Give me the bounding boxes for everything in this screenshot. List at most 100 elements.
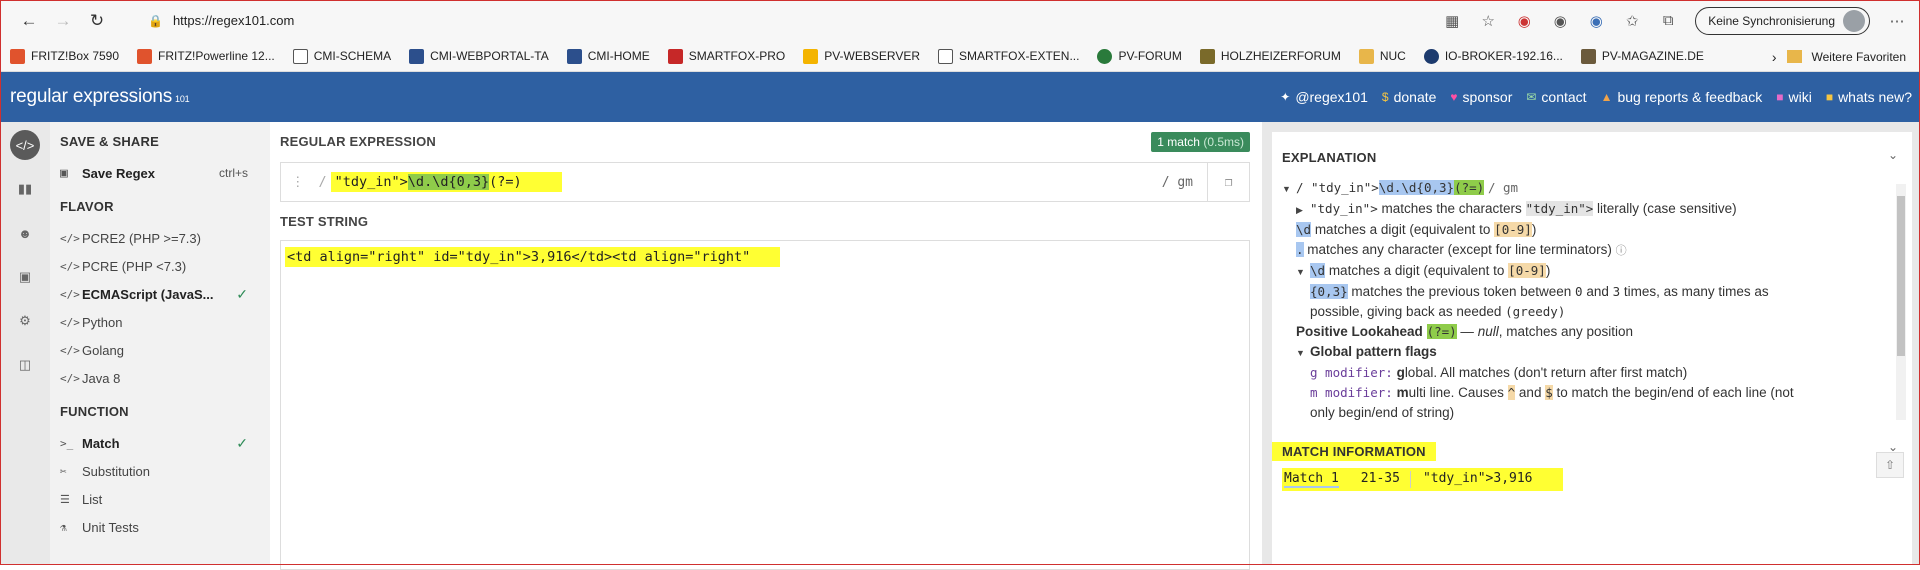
favorites-icon[interactable]: ✩ bbox=[1617, 6, 1647, 36]
bookmark-item[interactable]: IO-BROKER-192.16... bbox=[1423, 48, 1563, 64]
bookmark-item[interactable]: HOLZHEIZERFORUM bbox=[1199, 48, 1341, 64]
reload-icon[interactable]: ↻ bbox=[80, 4, 114, 38]
explanation-line: Positive Lookahead (?=) — null, matches … bbox=[1296, 324, 1634, 339]
function-match[interactable]: >_ Match ✓ bbox=[60, 429, 270, 457]
regex-delimiter: / bbox=[318, 174, 327, 190]
function-unit-tests[interactable]: ⚗ Unit Tests bbox=[60, 513, 270, 541]
function-list[interactable]: ☰ List bbox=[60, 485, 270, 513]
explanation-line: \d matches a digit (equivalent to [0-9]) bbox=[1296, 222, 1537, 237]
bookmark-item[interactable]: SMARTFOX-EXTEN... bbox=[938, 48, 1079, 64]
match-row[interactable]: Match 1 21-35 "tdy_in">3,916 bbox=[1282, 468, 1563, 491]
forward-icon[interactable]: → bbox=[46, 4, 80, 38]
warning-icon: ▲ bbox=[1600, 90, 1613, 104]
share-icon[interactable]: ⇧ bbox=[1876, 452, 1904, 478]
terminal-icon: >_ bbox=[60, 436, 74, 450]
library-icon[interactable]: ▮▮ bbox=[10, 174, 40, 204]
chevron-right-icon[interactable]: › bbox=[1772, 49, 1777, 65]
function-substitution[interactable]: ✂ Substitution bbox=[60, 457, 270, 485]
bookmark-item[interactable]: CMI-HOME bbox=[566, 48, 650, 64]
save-regex-button[interactable]: ▣ Save Regex ctrl+s bbox=[60, 159, 270, 187]
nav-wiki[interactable]: ■ wiki bbox=[1776, 89, 1812, 105]
explanation-line: . matches any character (except for line… bbox=[1296, 242, 1627, 257]
match-count-badge: 1 match (0.5ms) bbox=[1151, 132, 1250, 152]
nav-contact[interactable]: ✉ contact bbox=[1526, 89, 1586, 105]
collapse-icon[interactable]: ▼ bbox=[1282, 179, 1296, 199]
check-icon: ✓ bbox=[236, 434, 248, 451]
test-string-input[interactable]: <td align="right" id="tdy_in">3,916</td>… bbox=[280, 240, 1250, 570]
back-icon[interactable]: ← bbox=[12, 4, 46, 38]
nav-donate[interactable]: $ donate bbox=[1382, 89, 1437, 105]
explanation-line: ▼ Global pattern flags bbox=[1282, 342, 1892, 363]
regex-flags[interactable]: / gm bbox=[1162, 175, 1193, 190]
scrollbar-thumb[interactable] bbox=[1897, 196, 1905, 356]
code-icon: </> bbox=[60, 287, 80, 301]
code-icon[interactable]: </> bbox=[10, 130, 40, 160]
bookmark-item[interactable]: CMI-SCHEMA bbox=[292, 48, 391, 64]
chevron-down-icon[interactable]: ⌄ bbox=[1888, 148, 1898, 162]
right-panel: EXPLANATION ⌄ ▼ / "tdy_in">\d.\d{0,3}(?=)… bbox=[1262, 122, 1920, 565]
site-logo[interactable]: regular expressions 101 bbox=[10, 86, 190, 108]
other-favorites[interactable]: Weitere Favoriten bbox=[1812, 50, 1906, 64]
avatar bbox=[1843, 9, 1865, 32]
collapse-icon[interactable]: ▼ bbox=[1296, 343, 1310, 363]
user-icon[interactable]: ☻ bbox=[10, 218, 40, 248]
flavor-ecmascript[interactable]: </> ECMAScript (JavaS... ✓ bbox=[60, 280, 270, 308]
nav-whats-new[interactable]: ■ whats new? bbox=[1826, 89, 1912, 105]
match-label: Match 1 bbox=[1284, 471, 1339, 488]
extension2-icon[interactable]: ◉ bbox=[1545, 6, 1575, 36]
iobroker-icon bbox=[1423, 48, 1439, 64]
code-icon: </> bbox=[60, 315, 80, 329]
browser-actions: ▦ ☆ ◉ ◉ ◉ ✩ ⧉ Keine Synchronisierung ⋯ bbox=[1437, 0, 1920, 41]
bookmark-item[interactable]: PV-MAGAZINE.DE bbox=[1580, 48, 1704, 64]
bookmark-item[interactable]: NUC bbox=[1358, 48, 1406, 64]
more-menu-icon[interactable]: ⋯ bbox=[1882, 6, 1912, 36]
drag-handle-icon[interactable]: ⋮ bbox=[291, 174, 305, 190]
collapse-icon[interactable]: ▼ bbox=[1296, 262, 1310, 282]
bookmark-item[interactable]: PV-FORUM bbox=[1097, 48, 1182, 64]
explanation-scrollbar[interactable] bbox=[1896, 184, 1906, 420]
code-icon: </> bbox=[60, 259, 80, 273]
folder-icon bbox=[1358, 48, 1374, 64]
flavor-pcre2[interactable]: </> PCRE2 (PHP >=7.3) bbox=[60, 224, 270, 252]
flavor-java[interactable]: </> Java 8 bbox=[60, 364, 270, 392]
explanation-body: ▼ / "tdy_in">\d.\d{0,3}(?=) / gm ▶ "tdy_in… bbox=[1282, 178, 1892, 422]
explanation-title: EXPLANATION bbox=[1282, 150, 1377, 165]
pv-icon bbox=[803, 48, 819, 64]
explanation-panel: EXPLANATION ⌄ ▼ / "tdy_in">\d.\d{0,3}(?=)… bbox=[1272, 132, 1912, 432]
bookmark-item[interactable]: PV-WEBSERVER bbox=[803, 48, 920, 64]
ta-icon bbox=[409, 48, 425, 64]
address-bar[interactable]: 🔒 https://regex101.com bbox=[148, 7, 1408, 34]
extension-icon[interactable]: ◉ bbox=[1509, 6, 1539, 36]
quiz-icon[interactable]: ▣ bbox=[10, 262, 40, 292]
nav-bug-reports[interactable]: ▲ bug reports & feedback bbox=[1601, 89, 1763, 105]
favorite-star-icon[interactable]: ☆ bbox=[1473, 6, 1503, 36]
flavor-python[interactable]: </> Python bbox=[60, 308, 270, 336]
twitter-icon: ✦ bbox=[1280, 90, 1291, 104]
flavor-golang[interactable]: </> Golang bbox=[60, 336, 270, 364]
bookmark-item[interactable]: FRITZ!Box 7590 bbox=[10, 48, 119, 64]
bookmark-item[interactable]: FRITZ!Powerline 12... bbox=[137, 48, 275, 64]
help-icon[interactable]: ⓘ bbox=[1616, 245, 1627, 257]
explanation-line: g modifier: global. All matches (don't r… bbox=[1310, 365, 1688, 380]
chat-icon[interactable]: ◫ bbox=[10, 350, 40, 380]
regex-input[interactable]: ⋮ / "tdy_in"> \d. \d {0,3} (?=) / gm ❐ bbox=[280, 162, 1250, 202]
explanation-line: ▼ \d matches a digit (equivalent to [0-9]… bbox=[1282, 261, 1892, 282]
url-text: https://regex101.com bbox=[172, 13, 295, 28]
regex-title: REGULAR EXPRESSION bbox=[280, 134, 437, 149]
site-header: regular expressions 101 ✦ @regex101 $ donat… bbox=[0, 72, 1920, 122]
mail-icon: ✉ bbox=[1526, 90, 1537, 104]
copy-icon[interactable]: ❐ bbox=[1207, 163, 1249, 201]
bookmark-item[interactable]: SMARTFOX-PRO bbox=[667, 48, 785, 64]
apps-icon[interactable]: ▦ bbox=[1437, 6, 1467, 36]
collections-icon[interactable]: ⧉ bbox=[1653, 6, 1683, 36]
flavor-pcre[interactable]: </> PCRE (PHP <7.3) bbox=[60, 252, 270, 280]
settings-icon[interactable]: ⚙ bbox=[10, 306, 40, 336]
explanation-line: m modifier: multi line. Causes ^ and $ t… bbox=[1310, 385, 1794, 400]
nav-sponsor[interactable]: ♥ sponsor bbox=[1450, 89, 1512, 105]
expand-icon[interactable]: ▶ bbox=[1296, 200, 1310, 220]
sync-button[interactable]: Keine Synchronisierung bbox=[1695, 6, 1870, 35]
extension3-icon[interactable]: ◉ bbox=[1581, 6, 1611, 36]
ta-icon bbox=[566, 48, 582, 64]
bookmark-item[interactable]: CMI-WEBPORTAL-TA bbox=[409, 48, 549, 64]
nav-twitter[interactable]: ✦ @regex101 bbox=[1280, 89, 1368, 105]
